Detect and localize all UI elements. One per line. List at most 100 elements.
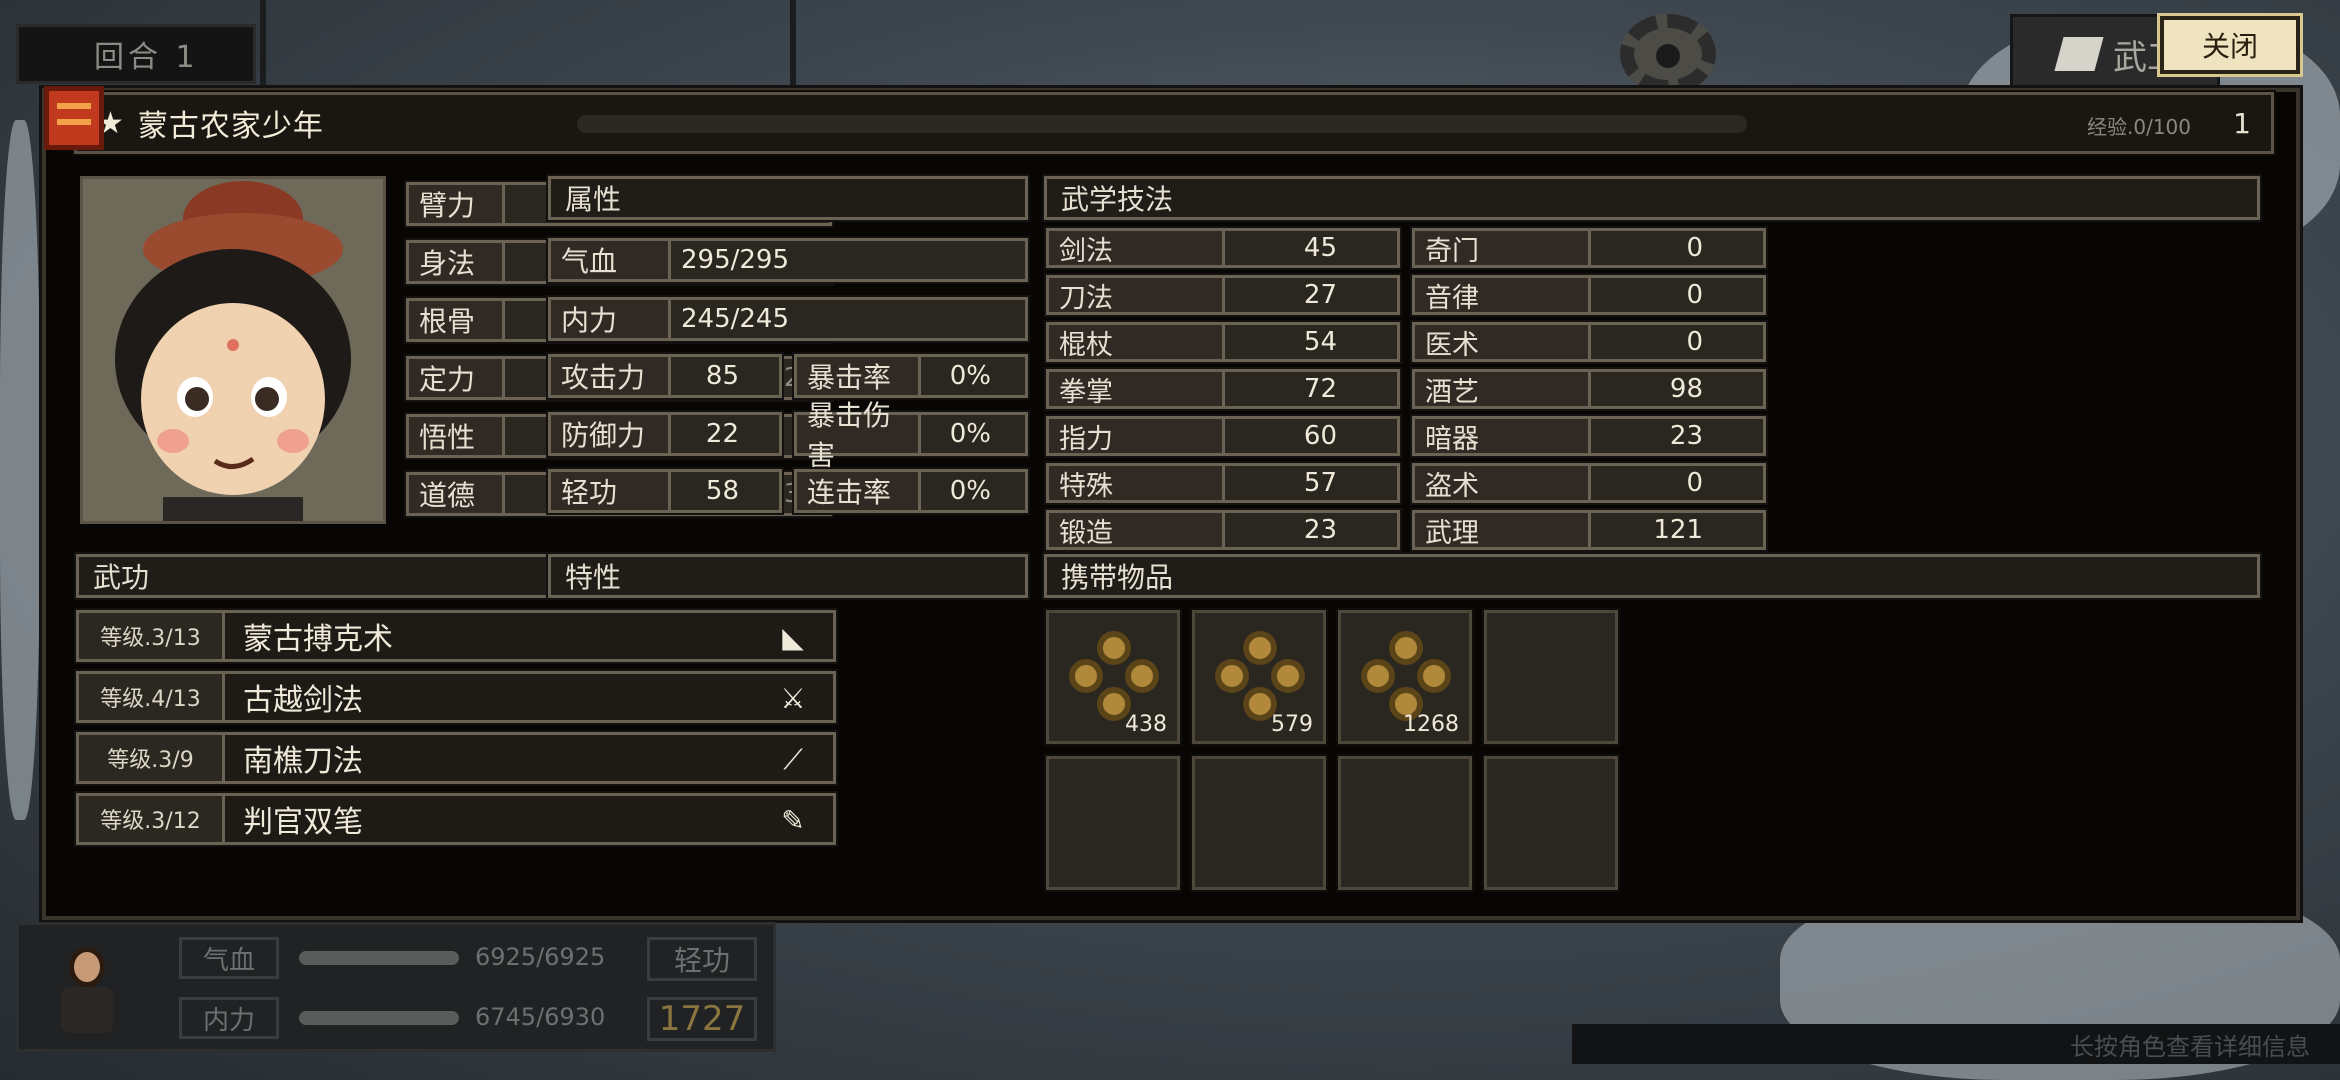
skill-row: 武理 121 <box>1410 508 1768 552</box>
qinggong-label: 轻功 <box>551 472 671 510</box>
coins-icon <box>1069 631 1159 721</box>
character-level: 1 <box>2233 107 2251 140</box>
skill-label: 拳掌 <box>1049 372 1225 408</box>
crit-rate-value: 0% <box>949 361 991 391</box>
character-panel: ★ 蒙古农家少年 经验.0/100 1 臂力20身法6根骨16定力21悟性1道德… <box>42 86 2300 920</box>
stats-header: 属性 <box>546 174 1030 222</box>
inventory-slot[interactable]: 579 <box>1190 608 1328 746</box>
skill-row: 拳掌 72 <box>1044 367 1402 411</box>
skill-row: 盗术 0 <box>1410 461 1768 505</box>
hud-qinggong-value: 1727 <box>647 997 757 1041</box>
skill-row: 医术 0 <box>1410 320 1768 364</box>
hud-mp-bar <box>299 1011 459 1025</box>
skill-label: 剑法 <box>1049 231 1225 267</box>
coins-icon <box>1215 631 1305 721</box>
skill-value: 45 <box>1303 233 1337 263</box>
hud-hp-label: 气血 <box>179 937 279 979</box>
skill-row: 棍杖 54 <box>1044 320 1402 364</box>
inventory-slot[interactable]: 438 <box>1044 608 1182 746</box>
inventory-slot[interactable] <box>1482 754 1620 892</box>
skill-value: 57 <box>1303 468 1337 498</box>
martial-art-name: 判官双笔 <box>243 805 363 840</box>
hud-hp-value: 6925/6925 <box>475 943 606 971</box>
hud-mp-value: 6745/6930 <box>475 1003 606 1031</box>
inventory-slot[interactable] <box>1044 754 1182 892</box>
crit-rate-stat: 暴击率 0% <box>792 352 1030 400</box>
martial-art-level: 等级.3/13 <box>79 613 225 659</box>
inventory-slot[interactable] <box>1336 754 1474 892</box>
skill-label: 音律 <box>1415 278 1591 314</box>
skill-value: 98 <box>1669 374 1703 404</box>
hp-stat: 气血 295/295 <box>546 236 1030 284</box>
skill-value: 60 <box>1303 421 1337 451</box>
martial-art-level: 等级.3/12 <box>79 796 225 842</box>
skill-value: 54 <box>1303 327 1337 357</box>
character-title-bar: ★ 蒙古农家少年 经验.0/100 1 <box>72 90 2276 156</box>
portrait-image <box>83 179 383 521</box>
qinggong-value: 58 <box>705 476 739 506</box>
martial-art-name: 南樵刀法 <box>243 744 363 779</box>
skill-label: 奇门 <box>1415 231 1591 267</box>
hp-label: 气血 <box>551 241 671 279</box>
skill-value: 121 <box>1653 515 1703 545</box>
skill-row: 奇门 0 <box>1410 226 1768 270</box>
exp-text: 经验.0/100 <box>2087 115 2191 139</box>
inventory-slot[interactable] <box>1190 754 1328 892</box>
character-portrait[interactable] <box>80 176 386 524</box>
martial-art-row[interactable]: 等级.4/13 古越剑法 ⚔ <box>74 669 838 725</box>
chest-equipment-icon[interactable] <box>44 86 104 150</box>
skill-row: 音律 0 <box>1410 273 1768 317</box>
martial-art-level: 等级.4/13 <box>79 674 225 720</box>
turn-counter: 回合 1 <box>16 24 256 84</box>
combo-rate-label: 连击率 <box>797 472 921 510</box>
martial-art-row[interactable]: 等级.3/9 南樵刀法 ⟋ <box>74 730 838 786</box>
sword-icon: ⚔ <box>780 682 806 715</box>
hud-hp-bar <box>299 951 459 965</box>
skill-row: 刀法 27 <box>1044 273 1402 317</box>
skill-label: 盗术 <box>1415 466 1591 502</box>
skill-label: 酒艺 <box>1415 372 1591 408</box>
martial-art-name: 古越剑法 <box>243 683 363 718</box>
martial-art-row[interactable]: 等级.3/12 判官双笔 ✎ <box>74 791 838 847</box>
hud-mp-label: 内力 <box>179 997 279 1039</box>
long-press-hint: 长按角色查看详细信息 <box>1572 1024 2340 1064</box>
inventory-slot[interactable]: 1268 <box>1336 608 1474 746</box>
skill-value: 0 <box>1686 233 1703 263</box>
item-count: 579 <box>1271 712 1313 737</box>
qinggong-stat: 轻功 58 <box>546 467 784 515</box>
gear-icon[interactable] <box>1620 14 1716 94</box>
close-button[interactable]: 关闭 <box>2157 13 2303 77</box>
book-icon <box>2054 37 2104 71</box>
defense-stat: 防御力 22 <box>546 410 784 458</box>
crit-rate-label: 暴击率 <box>797 357 921 395</box>
skill-row: 锻造 23 <box>1044 508 1402 552</box>
skill-value: 0 <box>1686 280 1703 310</box>
inventory-slot[interactable] <box>1482 608 1620 746</box>
hp-value: 295/295 <box>681 245 790 275</box>
attack-label: 攻击力 <box>551 357 671 395</box>
mp-stat: 内力 245/245 <box>546 295 1030 343</box>
item-count: 438 <box>1125 712 1167 737</box>
martial-art-row[interactable]: 等级.3/13 蒙古搏克术 ◣ <box>74 608 838 664</box>
attribute-label: 定力 <box>409 359 505 397</box>
coins-icon <box>1361 631 1451 721</box>
skill-value: 27 <box>1303 280 1337 310</box>
fist-icon: ◣ <box>782 621 804 654</box>
skill-label: 棍杖 <box>1049 325 1225 361</box>
skill-value: 0 <box>1686 327 1703 357</box>
hud-qinggong-label: 轻功 <box>647 937 757 981</box>
crit-damage-stat: 暴击伤害 0% <box>792 399 1030 472</box>
mp-label: 内力 <box>551 300 671 338</box>
blade-icon: ⟋ <box>783 743 803 776</box>
attribute-label: 身法 <box>409 243 505 281</box>
brush-icon: ✎ <box>781 804 805 837</box>
player-avatar[interactable] <box>47 939 127 1039</box>
skill-value: 23 <box>1303 515 1337 545</box>
skills-header: 武学技法 <box>1042 174 2262 222</box>
attack-value: 85 <box>705 361 739 391</box>
skill-row: 指力 60 <box>1044 414 1402 458</box>
bottom-status-hud: 气血 6925/6925 内力 6745/6930 轻功 1727 <box>16 922 776 1052</box>
attribute-label: 道德 <box>409 475 505 513</box>
attribute-label: 根骨 <box>409 301 505 339</box>
attribute-label: 悟性 <box>409 417 505 455</box>
